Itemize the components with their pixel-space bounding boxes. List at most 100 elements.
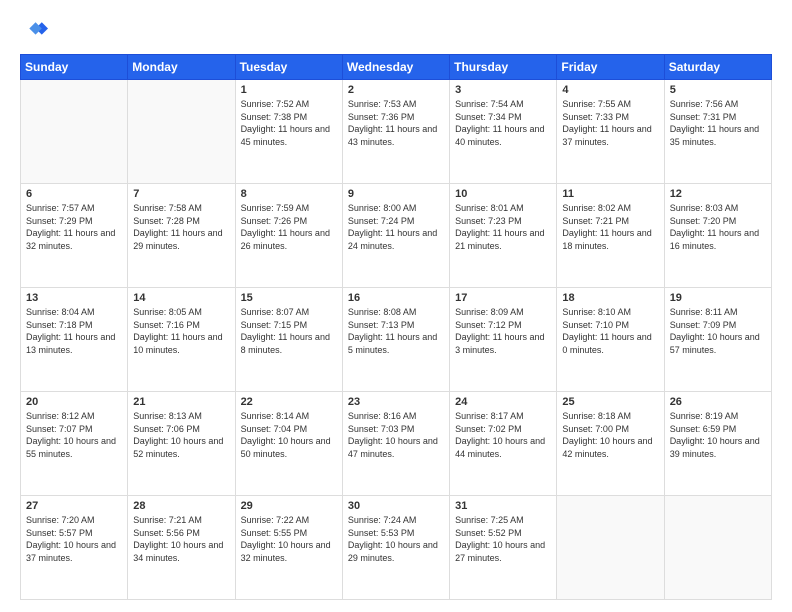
calendar-week-row: 1 Sunrise: 7:52 AM Sunset: 7:38 PM Daylig… <box>21 80 772 184</box>
day-info: Sunrise: 7:24 AM Sunset: 5:53 PM Dayligh… <box>348 514 444 564</box>
day-number: 7 <box>133 188 229 200</box>
day-of-week-header: Tuesday <box>235 55 342 80</box>
day-info: Sunrise: 7:55 AM Sunset: 7:33 PM Dayligh… <box>562 98 658 148</box>
calendar-cell: 3 Sunrise: 7:54 AM Sunset: 7:34 PM Daylig… <box>450 80 557 184</box>
day-number: 24 <box>455 396 551 408</box>
day-info: Sunrise: 7:58 AM Sunset: 7:28 PM Dayligh… <box>133 202 229 252</box>
day-number: 14 <box>133 292 229 304</box>
calendar-cell: 9 Sunrise: 8:00 AM Sunset: 7:24 PM Daylig… <box>342 184 449 288</box>
calendar-cell: 24 Sunrise: 8:17 AM Sunset: 7:02 PM Dayli… <box>450 392 557 496</box>
day-number: 11 <box>562 188 658 200</box>
calendar-cell: 14 Sunrise: 8:05 AM Sunset: 7:16 PM Dayli… <box>128 288 235 392</box>
calendar-cell: 20 Sunrise: 8:12 AM Sunset: 7:07 PM Dayli… <box>21 392 128 496</box>
day-info: Sunrise: 8:08 AM Sunset: 7:13 PM Dayligh… <box>348 306 444 356</box>
day-info: Sunrise: 8:11 AM Sunset: 7:09 PM Dayligh… <box>670 306 766 356</box>
calendar-week-row: 6Sunrise: 7:57 AM Sunset: 7:29 PM Daylig… <box>21 184 772 288</box>
calendar-week-row: 13 Sunrise: 8:04 AM Sunset: 7:18 PM Dayli… <box>21 288 772 392</box>
day-number: 10 <box>455 188 551 200</box>
day-number: 2 <box>348 84 444 96</box>
day-number: 15 <box>241 292 337 304</box>
day-info: Sunrise: 8:18 AM Sunset: 7:00 PM Dayligh… <box>562 410 658 460</box>
day-info: Sunrise: 8:01 AM Sunset: 7:23 PM Dayligh… <box>455 202 551 252</box>
calendar-cell <box>664 496 771 600</box>
day-number: 13 <box>26 292 122 304</box>
calendar-cell: 28Sunrise: 7:21 AM Sunset: 5:56 PM Dayli… <box>128 496 235 600</box>
calendar-cell: 10 Sunrise: 8:01 AM Sunset: 7:23 PM Dayli… <box>450 184 557 288</box>
calendar-cell <box>557 496 664 600</box>
day-number: 5 <box>670 84 766 96</box>
day-info: Sunrise: 8:03 AM Sunset: 7:20 PM Dayligh… <box>670 202 766 252</box>
day-of-week-header: Sunday <box>21 55 128 80</box>
header <box>20 16 772 44</box>
day-number: 30 <box>348 500 444 512</box>
day-number: 17 <box>455 292 551 304</box>
day-info: Sunrise: 8:19 AM Sunset: 6:59 PM Dayligh… <box>670 410 766 460</box>
calendar-cell: 8Sunrise: 7:59 AM Sunset: 7:26 PM Daylig… <box>235 184 342 288</box>
calendar-cell: 18 Sunrise: 8:10 AM Sunset: 7:10 PM Dayli… <box>557 288 664 392</box>
calendar-cell <box>128 80 235 184</box>
calendar-cell: 2 Sunrise: 7:53 AM Sunset: 7:36 PM Daylig… <box>342 80 449 184</box>
day-of-week-header: Thursday <box>450 55 557 80</box>
day-number: 16 <box>348 292 444 304</box>
day-number: 27 <box>26 500 122 512</box>
calendar-cell: 15 Sunrise: 8:07 AM Sunset: 7:15 PM Dayli… <box>235 288 342 392</box>
calendar-cell: 21 Sunrise: 8:13 AM Sunset: 7:06 PM Dayli… <box>128 392 235 496</box>
day-number: 23 <box>348 396 444 408</box>
day-info: Sunrise: 8:07 AM Sunset: 7:15 PM Dayligh… <box>241 306 337 356</box>
day-info: Sunrise: 8:09 AM Sunset: 7:12 PM Dayligh… <box>455 306 551 356</box>
calendar-cell: 7 Sunrise: 7:58 AM Sunset: 7:28 PM Daylig… <box>128 184 235 288</box>
day-of-week-header: Monday <box>128 55 235 80</box>
calendar-cell: 4 Sunrise: 7:55 AM Sunset: 7:33 PM Daylig… <box>557 80 664 184</box>
day-info: Sunrise: 8:05 AM Sunset: 7:16 PM Dayligh… <box>133 306 229 356</box>
day-info: Sunrise: 8:12 AM Sunset: 7:07 PM Dayligh… <box>26 410 122 460</box>
day-info: Sunrise: 7:54 AM Sunset: 7:34 PM Dayligh… <box>455 98 551 148</box>
day-info: Sunrise: 8:02 AM Sunset: 7:21 PM Dayligh… <box>562 202 658 252</box>
day-number: 9 <box>348 188 444 200</box>
calendar-week-row: 27Sunrise: 7:20 AM Sunset: 5:57 PM Dayli… <box>21 496 772 600</box>
day-of-week-header: Saturday <box>664 55 771 80</box>
day-info: Sunrise: 7:59 AM Sunset: 7:26 PM Dayligh… <box>241 202 337 252</box>
day-info: Sunrise: 7:25 AM Sunset: 5:52 PM Dayligh… <box>455 514 551 564</box>
day-number: 20 <box>26 396 122 408</box>
day-of-week-header: Wednesday <box>342 55 449 80</box>
calendar-cell: 11 Sunrise: 8:02 AM Sunset: 7:21 PM Dayli… <box>557 184 664 288</box>
day-number: 19 <box>670 292 766 304</box>
day-number: 29 <box>241 500 337 512</box>
day-info: Sunrise: 8:00 AM Sunset: 7:24 PM Dayligh… <box>348 202 444 252</box>
day-number: 18 <box>562 292 658 304</box>
day-number: 1 <box>241 84 337 96</box>
day-number: 25 <box>562 396 658 408</box>
calendar-cell: 6Sunrise: 7:57 AM Sunset: 7:29 PM Daylig… <box>21 184 128 288</box>
calendar-cell: 13 Sunrise: 8:04 AM Sunset: 7:18 PM Dayli… <box>21 288 128 392</box>
calendar-cell: 17 Sunrise: 8:09 AM Sunset: 7:12 PM Dayli… <box>450 288 557 392</box>
calendar-week-row: 20 Sunrise: 8:12 AM Sunset: 7:07 PM Dayli… <box>21 392 772 496</box>
day-info: Sunrise: 8:17 AM Sunset: 7:02 PM Dayligh… <box>455 410 551 460</box>
day-info: Sunrise: 7:21 AM Sunset: 5:56 PM Dayligh… <box>133 514 229 564</box>
calendar-cell: 5 Sunrise: 7:56 AM Sunset: 7:31 PM Daylig… <box>664 80 771 184</box>
calendar-cell: 30 Sunrise: 7:24 AM Sunset: 5:53 PM Dayli… <box>342 496 449 600</box>
calendar-cell: 22Sunrise: 8:14 AM Sunset: 7:04 PM Dayli… <box>235 392 342 496</box>
day-info: Sunrise: 8:13 AM Sunset: 7:06 PM Dayligh… <box>133 410 229 460</box>
calendar-cell: 26Sunrise: 8:19 AM Sunset: 6:59 PM Dayli… <box>664 392 771 496</box>
calendar-cell: 27Sunrise: 7:20 AM Sunset: 5:57 PM Dayli… <box>21 496 128 600</box>
day-info: Sunrise: 8:10 AM Sunset: 7:10 PM Dayligh… <box>562 306 658 356</box>
page: SundayMondayTuesdayWednesdayThursdayFrid… <box>0 0 792 612</box>
day-number: 12 <box>670 188 766 200</box>
calendar-cell: 29 Sunrise: 7:22 AM Sunset: 5:55 PM Dayli… <box>235 496 342 600</box>
day-number: 21 <box>133 396 229 408</box>
calendar-cell: 19 Sunrise: 8:11 AM Sunset: 7:09 PM Dayli… <box>664 288 771 392</box>
day-info: Sunrise: 7:53 AM Sunset: 7:36 PM Dayligh… <box>348 98 444 148</box>
day-info: Sunrise: 7:22 AM Sunset: 5:55 PM Dayligh… <box>241 514 337 564</box>
day-of-week-header: Friday <box>557 55 664 80</box>
calendar-cell: 31 Sunrise: 7:25 AM Sunset: 5:52 PM Dayli… <box>450 496 557 600</box>
day-number: 31 <box>455 500 551 512</box>
day-number: 22 <box>241 396 337 408</box>
day-info: Sunrise: 7:56 AM Sunset: 7:31 PM Dayligh… <box>670 98 766 148</box>
day-info: Sunrise: 8:04 AM Sunset: 7:18 PM Dayligh… <box>26 306 122 356</box>
day-info: Sunrise: 7:57 AM Sunset: 7:29 PM Dayligh… <box>26 202 122 252</box>
calendar-cell: 16 Sunrise: 8:08 AM Sunset: 7:13 PM Dayli… <box>342 288 449 392</box>
day-info: Sunrise: 7:52 AM Sunset: 7:38 PM Dayligh… <box>241 98 337 148</box>
day-number: 3 <box>455 84 551 96</box>
day-number: 4 <box>562 84 658 96</box>
day-info: Sunrise: 8:16 AM Sunset: 7:03 PM Dayligh… <box>348 410 444 460</box>
